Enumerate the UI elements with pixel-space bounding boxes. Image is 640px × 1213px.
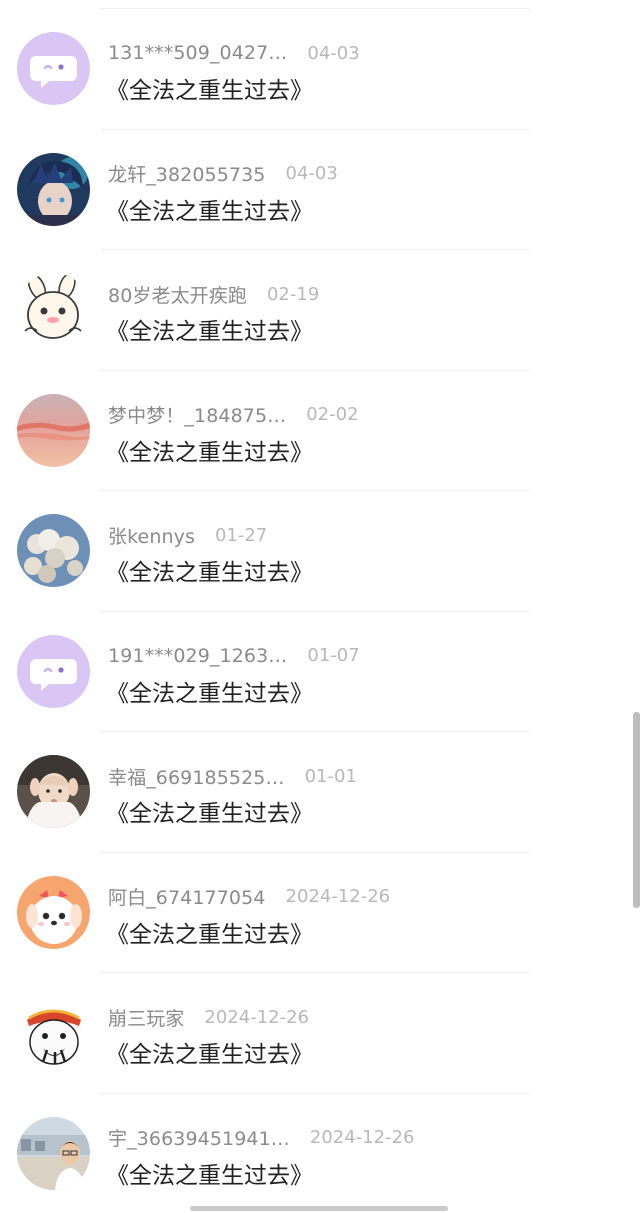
username[interactable]: 梦中梦！_184875… [108,401,286,428]
comment-row[interactable]: 131***509_0427… 04-03 《全法之重生过去》 [0,9,640,130]
comment-date: 02-19 [266,283,320,305]
comment-text: 《全法之重生过去》 [106,1042,313,1068]
comment-date: 2024-12-26 [204,1006,310,1028]
default-chat-avatar[interactable] [17,634,90,708]
username[interactable]: 宇_36639451941… [108,1124,290,1151]
comment-date: 01-07 [307,645,360,666]
comment-date: 01-01 [304,765,357,787]
comment-row[interactable]: 191***029_1263… 01-07 《全法之重生过去》 [0,612,640,732]
comment-row[interactable]: 幸福_669185525… 01-01 《全法之重生过去》 [0,732,640,853]
comment-text: 《全法之重生过去》 [106,439,313,466]
username[interactable]: 80岁老太开疾跑 [108,281,247,308]
comment-date: 01-27 [214,524,268,546]
cartoon-puppy-avatar[interactable] [17,875,90,949]
comment-row[interactable]: 梦中梦！_184875… 02-02 《全法之重生过去》 [0,371,640,491]
meme-avatar[interactable] [17,996,90,1069]
comment-date: 02-02 [306,404,359,425]
comment-text: 《全法之重生过去》 [106,319,313,345]
comment-row[interactable]: 张kennys 01-27 《全法之重生过去》 [0,491,640,612]
username[interactable]: 崩三玩家 [108,1004,184,1031]
man-photo-avatar[interactable] [17,1116,90,1190]
scrollbar[interactable] [633,712,640,908]
comment-row[interactable]: 崩三玩家 2024-12-26 《全法之重生过去》 [0,973,640,1094]
clouds-avatar[interactable] [17,514,90,587]
sunset-sky-avatar[interactable] [17,393,90,467]
username[interactable]: 191***029_1263… [108,645,287,667]
comment-row[interactable]: 宇_36639451941… 2024-12-26 《全法之重生过去》 [0,1094,640,1213]
username[interactable]: 张kennys [108,522,195,549]
comment-text: 《全法之重生过去》 [106,921,313,948]
cartoon-bunny-avatar[interactable] [17,273,90,346]
username[interactable]: 阿白_674177054 [108,883,266,910]
default-chat-avatar[interactable] [17,32,90,105]
comment-text: 《全法之重生过去》 [106,78,313,104]
username[interactable]: 131***509_0427… [108,42,287,64]
comment-list: 131***509_0427… 04-03 《全法之重生过去》 龙轩_382055… [0,9,640,1213]
username[interactable]: 幸福_669185525… [108,763,285,790]
comment-date: 04-03 [307,42,360,64]
anime-boy-avatar[interactable] [17,152,90,226]
comment-text: 《全法之重生过去》 [106,1162,313,1189]
comment-date: 04-03 [285,163,338,184]
comment-list-page: 131***509_0427… 04-03 《全法之重生过去》 龙轩_382055… [0,0,640,1213]
baby-photo-avatar[interactable] [17,755,90,828]
comment-row[interactable]: 阿白_674177054 2024-12-26 《全法之重生过去》 [0,853,640,973]
home-indicator[interactable] [190,1206,448,1211]
comment-date: 2024-12-26 [285,886,391,907]
comment-text: 《全法之重生过去》 [106,801,313,827]
comment-row[interactable]: 龙轩_382055735 04-03 《全法之重生过去》 [0,130,640,250]
comment-text: 《全法之重生过去》 [106,198,313,225]
comment-text: 《全法之重生过去》 [106,560,313,586]
username[interactable]: 龙轩_382055735 [108,160,266,187]
comment-row[interactable]: 80岁老太开疾跑 02-19 《全法之重生过去》 [0,250,640,371]
comment-text: 《全法之重生过去》 [106,680,313,707]
comment-date: 2024-12-26 [309,1127,415,1148]
